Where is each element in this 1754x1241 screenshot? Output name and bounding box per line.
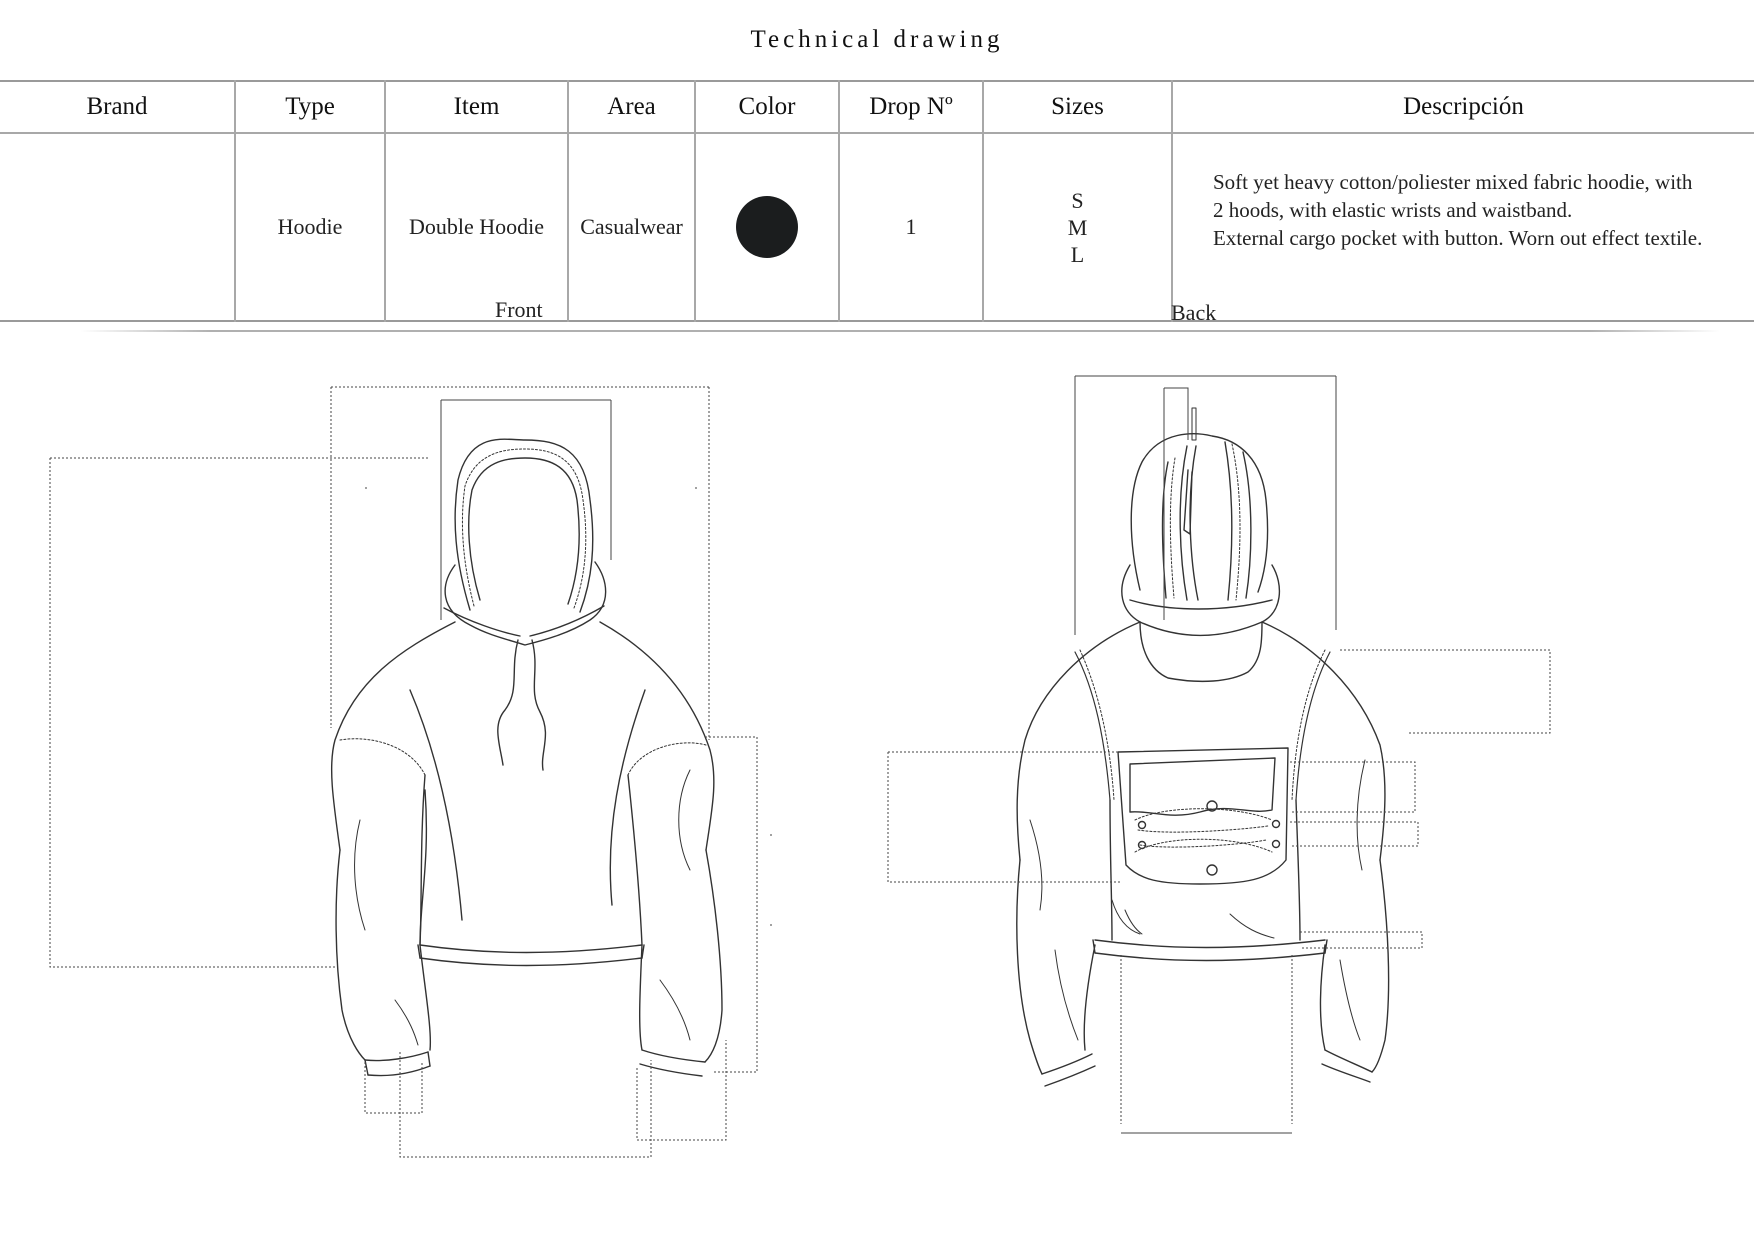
cell-color [695,133,840,321]
header-type: Type [235,81,386,134]
front-view-label: Front [495,297,543,322]
cell-item: Double Hoodie [385,133,569,321]
back-hoodie-drawing [1016,407,1390,1087]
spec-table: Brand Type Item Area Color Drop Nº Sizes… [0,80,1754,322]
description-line-1: Soft yet heavy cotton/poliester mixed fa… [1213,170,1693,194]
cell-description: Soft yet heavy cotton/poliester mixed fa… [1172,133,1754,321]
description-line-3: External cargo pocket with button. Worn … [1213,226,1703,250]
back-view-label: Back [1171,300,1217,325]
view-divider [80,330,1720,332]
header-drop: Drop Nº [839,81,984,134]
front-measure-lines [49,386,772,1158]
back-measure-lines [887,375,1551,1134]
size-m: M [1067,214,1088,240]
size-s: S [1071,187,1084,213]
header-area: Area [568,81,696,134]
cell-drop: 1 [839,133,984,321]
header-item: Item [385,81,569,134]
page-title: Technical drawing [750,26,1004,53]
header-description: Descripción [1172,81,1754,134]
header-color: Color [695,81,840,134]
cell-sizes: S M L [983,133,1173,321]
color-swatch [736,196,798,258]
size-l: L [1070,241,1085,267]
cell-brand [0,133,236,321]
description-line-2: 2 hoods, with elastic wrists and waistba… [1213,198,1573,222]
table-header-row: Brand Type Item Area Color Drop Nº Sizes… [0,81,1754,134]
cell-area: Casualwear [568,133,696,321]
front-hoodie-drawing [330,438,723,1077]
cell-type: Hoodie [235,133,386,321]
table-row: Hoodie Double Hoodie Casualwear 1 S M L … [0,133,1754,321]
header-brand: Brand [0,81,236,134]
header-sizes: Sizes [983,81,1173,134]
